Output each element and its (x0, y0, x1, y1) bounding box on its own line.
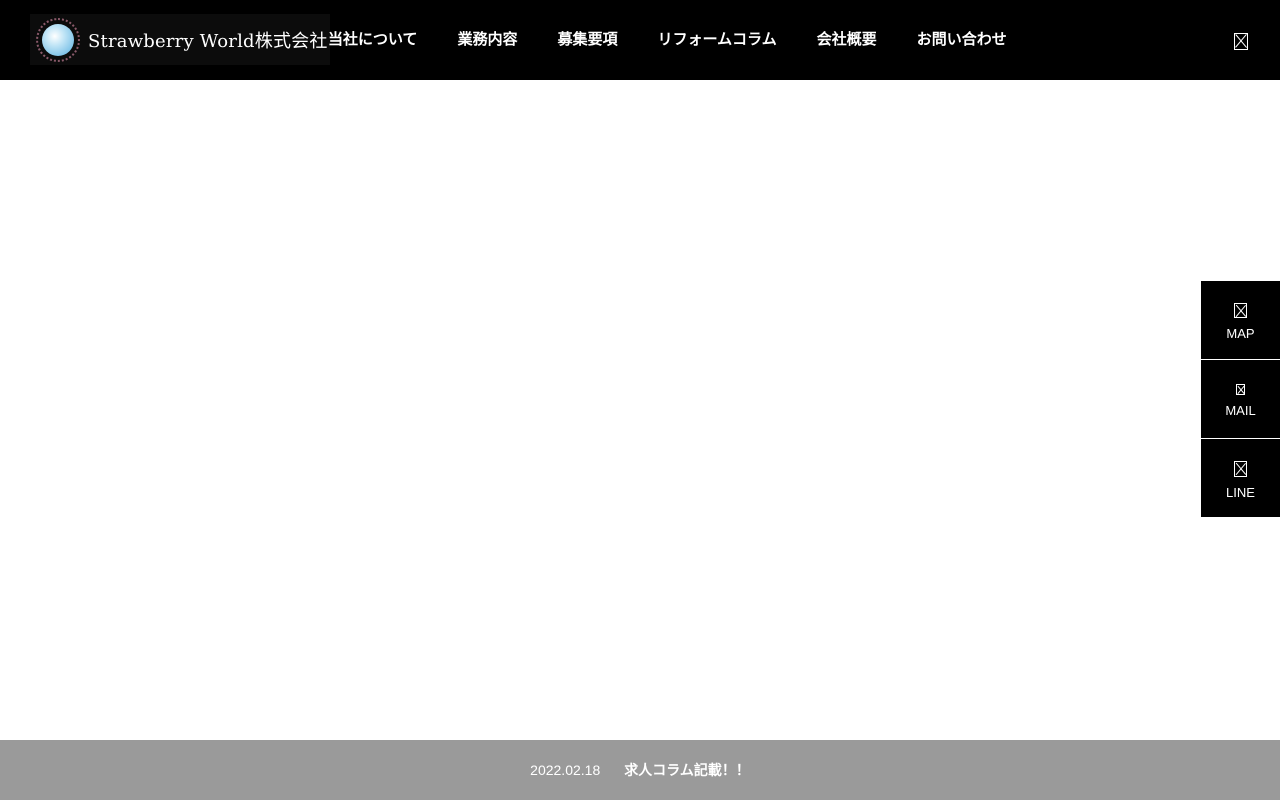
side-floating-nav: MAP MAIL LINE (1201, 281, 1280, 517)
mail-label: MAIL (1225, 403, 1256, 418)
nav-item-recruit[interactable]: 募集要項 (558, 28, 618, 49)
box-icon (1234, 32, 1248, 50)
line-label: LINE (1226, 485, 1255, 500)
map-button[interactable]: MAP (1201, 281, 1280, 359)
mail-button[interactable]: MAIL (1201, 360, 1280, 438)
nav-item-company[interactable]: 会社概要 (817, 28, 877, 49)
main-nav: 当社について 業務内容 募集要項 リフォームコラム 会社概要 お問い合わせ (328, 0, 1047, 80)
nav-item-contact[interactable]: お問い合わせ (917, 28, 1007, 49)
menu-button[interactable] (1231, 31, 1251, 51)
nav-item-services[interactable]: 業務内容 (458, 28, 518, 49)
logo-text: Strawberry World株式会社 (88, 30, 328, 52)
nav-item-reform-column[interactable]: リフォームコラム (658, 28, 777, 49)
map-label: MAP (1226, 326, 1255, 341)
news-title[interactable]: 求人コラム記載！！ (624, 760, 750, 780)
mail-icon (1236, 384, 1245, 395)
news-date: 2022.02.18 (530, 762, 601, 778)
line-icon (1234, 461, 1247, 477)
nav-item-about[interactable]: 当社について (328, 28, 418, 49)
logo-mark-icon (36, 17, 80, 62)
site-header: Strawberry World株式会社 当社について 業務内容 募集要項 リフ… (0, 0, 1280, 80)
line-button[interactable]: LINE (1201, 439, 1280, 517)
news-ticker[interactable]: 2022.02.18 求人コラム記載！！ (0, 740, 1280, 800)
logo[interactable]: Strawberry World株式会社 (30, 14, 330, 65)
map-icon (1234, 303, 1247, 318)
